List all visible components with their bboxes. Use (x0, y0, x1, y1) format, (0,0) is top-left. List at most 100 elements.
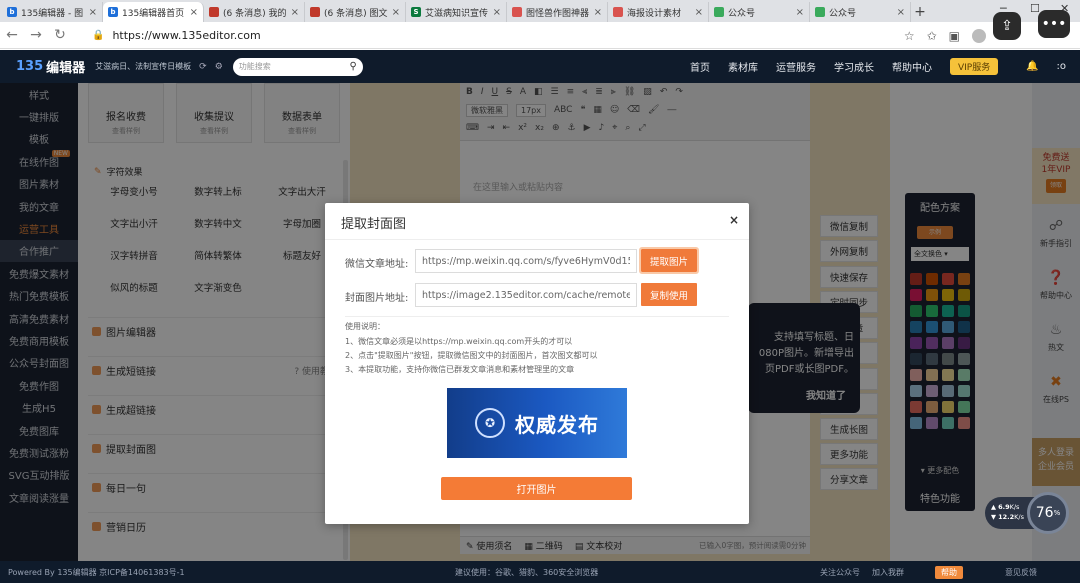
cover-url-label: 封面图片地址: (345, 293, 409, 304)
tab-favicon-icon: S (411, 7, 421, 17)
modal-close-icon[interactable]: × (729, 213, 739, 227)
top-nav-item[interactable]: 素材库 (728, 59, 758, 74)
tab-favicon-icon (209, 7, 219, 17)
browser-tab[interactable]: (6 条消息) 我的 × (204, 2, 305, 22)
extract-cover-modal: 提取封面图 × 微信文章地址: 提取图片 封面图片地址: 复制使用 使用说明： … (325, 203, 749, 524)
tab-label: 公众号 (829, 8, 857, 19)
browser-tab[interactable]: 图怪兽作图神器 × (507, 2, 608, 22)
site-logo[interactable]: 135 编辑器 (16, 57, 85, 76)
forward-icon[interactable]: → (24, 27, 48, 43)
collections-icon[interactable]: ▣ (949, 29, 960, 43)
lock-icon: 🔒 (92, 29, 105, 41)
tab-close-icon[interactable]: × (897, 7, 905, 18)
tab-close-icon[interactable]: × (291, 7, 299, 18)
tab-close-icon[interactable]: × (190, 7, 198, 18)
instruction-line-2: 2、点击"提取图片"按钮，提取微信图文中的封面图片，首次图文都可以 (345, 351, 598, 360)
gauge-percent-unit: % (1053, 509, 1061, 517)
new-tab-icon[interactable]: + (911, 2, 929, 22)
back-icon[interactable]: ← (0, 27, 24, 43)
tab-favicon-icon (512, 7, 522, 17)
speed-down-value: 12.2 (998, 513, 1015, 521)
url-field[interactable]: 🔒 https://www.135editor.com (92, 29, 261, 42)
cover-image-preview: ✪ 权威发布 (447, 388, 627, 458)
top-nav-item[interactable]: 学习成长 (834, 59, 874, 74)
footer-copyright: Powered By 135编辑器 京ICP备14061383号-1 (8, 567, 185, 577)
favorites-icon[interactable]: ✩ (927, 29, 937, 43)
vip-service-button[interactable]: VIP服务 (950, 58, 999, 75)
reload-icon[interactable]: ↻ (48, 27, 72, 43)
speed-down-unit: K/s (1014, 513, 1024, 521)
browser-tab[interactable]: 海报设计素材 × (608, 2, 709, 22)
footer-join-link[interactable]: 加入我群 (872, 567, 904, 578)
browser-tab[interactable]: 公众号 × (810, 2, 911, 22)
footer-follow-link[interactable]: 关注公众号 (820, 567, 860, 578)
logo-number: 135 (16, 59, 44, 74)
star-icon[interactable]: ☆ (904, 29, 915, 43)
tab-label: (6 条消息) 图文 (324, 8, 388, 19)
footer-help-button[interactable]: 帮助 (935, 565, 963, 579)
article-url-input[interactable] (415, 249, 637, 273)
tab-favicon-icon: b (108, 7, 118, 17)
speed-up-unit: K/s (1009, 503, 1020, 511)
browser-tab[interactable]: (6 条消息) 图文 × (305, 2, 406, 22)
browser-tab-bar: b 135编辑器 - 图 × b 135编辑器首页 × (6 条消息) 我的 × (6 条消息)… (0, 0, 1080, 22)
tab-favicon-icon: b (7, 7, 17, 17)
more-options-icon[interactable]: ••• (1038, 10, 1070, 38)
top-nav-item[interactable]: 帮助中心 (892, 59, 932, 74)
search-icon[interactable]: ⚲ (349, 61, 356, 72)
tab-close-icon[interactable]: × (695, 7, 703, 18)
tab-label: 135编辑器 - 图 (21, 8, 84, 19)
top-nav-item[interactable]: 首页 (690, 59, 710, 74)
header-slogan[interactable]: 艾滋病日、法制宣传日模板 (95, 61, 191, 72)
share-icon[interactable]: ⇪ (993, 12, 1021, 40)
tab-close-icon[interactable]: × (89, 7, 97, 18)
article-url-label: 微信文章地址: (345, 259, 409, 270)
bell-icon[interactable]: 🔔 (1026, 61, 1038, 72)
footer-help-text: 帮助 (941, 567, 957, 577)
tab-label: (6 条消息) 我的 (223, 8, 287, 19)
instruction-line-3: 3、本提取功能，支持你微信已群发文章消息和素材管理里的文章 (345, 365, 575, 374)
settings-icon[interactable]: ⚙ (215, 62, 223, 72)
tab-close-icon[interactable]: × (392, 7, 400, 18)
header-right: 🔔 :o (1026, 50, 1066, 83)
tab-label: 图怪兽作图神器 (526, 8, 590, 19)
cover-url-input[interactable] (415, 283, 637, 307)
instructions-divider (345, 316, 729, 317)
instructions-title: 使用说明： (345, 322, 385, 331)
site-footer: Powered By 135编辑器 京ICP备14061383号-1 建议使用：… (0, 561, 1080, 583)
tab-label: 135编辑器首页 (122, 8, 185, 19)
tab-label: 艾滋病知识宣传 (425, 8, 489, 19)
tab-favicon-icon (613, 7, 623, 17)
tab-label: 海报设计素材 (627, 8, 682, 19)
tab-favicon-icon (815, 7, 825, 17)
search-input[interactable]: 功能搜索 ⚲ (232, 57, 363, 76)
top-nav-item[interactable]: 运营服务 (776, 59, 816, 74)
profile-avatar[interactable] (972, 28, 986, 43)
browser-tab[interactable]: b 135编辑器首页 × (103, 2, 204, 22)
search-placeholder: 功能搜索 (238, 62, 271, 71)
address-bar: ← → ↻ 🔒 https://www.135editor.com ☆ ✩ ▣ (0, 22, 1080, 49)
open-image-button[interactable]: 打开图片 (441, 477, 632, 500)
tab-close-icon[interactable]: × (493, 7, 501, 18)
refresh-icon[interactable]: ⟳ (199, 62, 207, 72)
cover-image-text: 权威发布 (515, 412, 599, 437)
top-nav: 首页 素材库 运营服务 学习成长 帮助中心 VIP服务 (690, 50, 999, 83)
footer-browser-tip: 建议使用：谷歌、猎豹、360安全浏览器 (455, 567, 599, 577)
user-menu[interactable]: :o (1057, 61, 1067, 72)
browser-tab[interactable]: S 艾滋病知识宣传 × (406, 2, 507, 22)
tab-favicon-icon (714, 7, 724, 17)
tab-close-icon[interactable]: × (594, 7, 602, 18)
copy-use-button[interactable]: 复制使用 (641, 283, 697, 306)
browser-tab[interactable]: 公众号 × (709, 2, 810, 22)
modal-title: 提取封面图 (341, 217, 407, 232)
tab-close-icon[interactable]: × (796, 7, 804, 18)
gauge-percent: 76 (1035, 505, 1054, 521)
footer-feedback-link[interactable]: 意见反馈 (1005, 567, 1037, 578)
extract-image-button[interactable]: 提取图片 (639, 247, 699, 274)
browser-tab[interactable]: b 135编辑器 - 图 × (2, 2, 103, 22)
site-header: 135 编辑器 艾滋病日、法制宣传日模板 ⟳ ⚙ 功能搜索 ⚲ 首页 素材库 运营服… (0, 50, 1080, 83)
logo-text: 编辑器 (46, 61, 86, 76)
memory-usage-gauge[interactable]: 76% (1027, 492, 1069, 534)
modal-divider (325, 239, 749, 240)
instruction-line-1: 1、微信文章必须是以https://mp.weixin.qq.com开头的才可以 (345, 337, 573, 346)
